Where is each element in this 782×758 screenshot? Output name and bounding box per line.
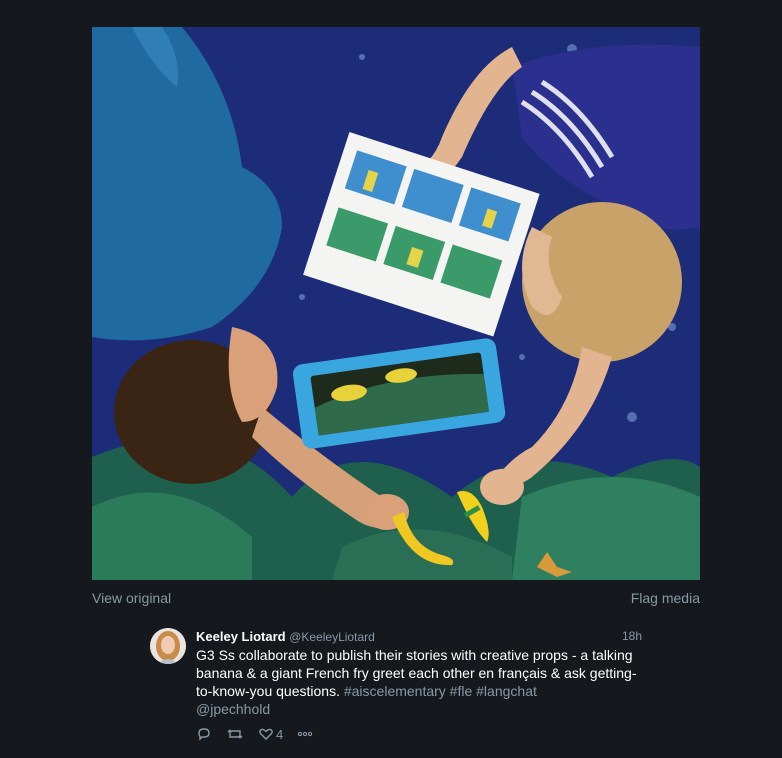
tweet-timestamp[interactable]: 18h: [622, 628, 642, 645]
like-icon: [259, 728, 273, 740]
tweet-photo[interactable]: [92, 27, 700, 580]
reply-icon: [198, 728, 210, 741]
more-icon: [298, 731, 313, 737]
tweet-header: Keeley Liotard @KeeleyLiotard 18h: [196, 628, 642, 646]
flag-media-link[interactable]: Flag media: [631, 590, 700, 606]
media-links: View original Flag media: [92, 590, 700, 606]
tweet-actions: 4: [196, 726, 642, 742]
like-button[interactable]: 4: [258, 726, 283, 742]
tweet-hashtags[interactable]: #aiscelementary #fle #langchat: [344, 683, 537, 699]
more-button[interactable]: [297, 726, 313, 742]
avatar-image: [150, 628, 186, 664]
like-count: 4: [276, 726, 284, 742]
tweet-mention[interactable]: @jpechhold: [196, 701, 270, 717]
retweet-button[interactable]: [226, 726, 244, 742]
photo-image: [92, 27, 700, 580]
view-original-link[interactable]: View original: [92, 590, 171, 606]
author-handle[interactable]: @KeeleyLiotard: [289, 630, 375, 644]
avatar[interactable]: [150, 628, 186, 664]
retweet-icon: [227, 729, 243, 739]
reply-button[interactable]: [196, 726, 212, 742]
author-name[interactable]: Keeley Liotard: [196, 629, 286, 644]
tweet-body: Keeley Liotard @KeeleyLiotard 18h G3 Ss …: [196, 628, 642, 742]
tweet-text: G3 Ss collaborate to publish their stori…: [196, 646, 642, 718]
